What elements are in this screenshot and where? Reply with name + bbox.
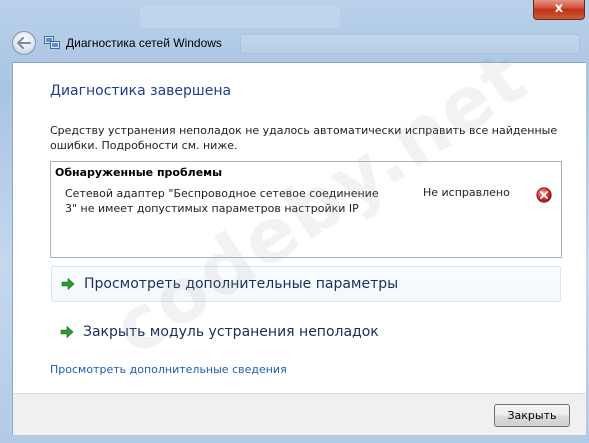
close-troubleshooter-label: Закрыть модуль устранения неполадок [83,324,379,340]
description-text: Средству устранения неполадок не удалось… [50,124,558,152]
green-arrow-icon [61,278,75,290]
page-heading: Диагностика завершена [50,83,232,99]
problems-title: Обнаруженные проблемы [55,166,223,179]
blurred-background [140,6,340,28]
more-details-link[interactable]: Просмотреть дополнительные сведения [50,363,287,376]
problem-description: Сетевой адаптер "Беспроводное сетевое со… [65,187,379,215]
window-title: Диагностика сетей Windows [66,36,222,50]
view-advanced-options-action[interactable]: Просмотреть дополнительные параметры [51,266,561,302]
content-panel: Диагностика завершена Средству устранени… [12,62,586,393]
back-arrow-icon [17,37,31,49]
window-close-button[interactable]: x [533,0,585,20]
blurred-address-bar [240,34,580,54]
close-troubleshooter-action[interactable]: Закрыть модуль устранения неполадок [51,314,561,350]
footer-bar: Закрыть [12,393,586,435]
close-icon: x [554,1,564,16]
problems-box: Обнаруженные проблемы Сетевой адаптер "Б… [50,161,562,258]
title-area: Диагностика сетей Windows [44,35,222,51]
back-button[interactable] [12,31,36,55]
problem-status: Не исправлено [423,186,510,199]
window-frame: x Диагностика сетей Windows Диагностика … [0,0,589,443]
view-advanced-options-label: Просмотреть дополнительные параметры [84,276,399,292]
network-diagnostics-icon [44,36,60,49]
error-icon [536,187,552,203]
green-arrow-icon [60,326,74,338]
close-button[interactable]: Закрыть [494,404,570,427]
